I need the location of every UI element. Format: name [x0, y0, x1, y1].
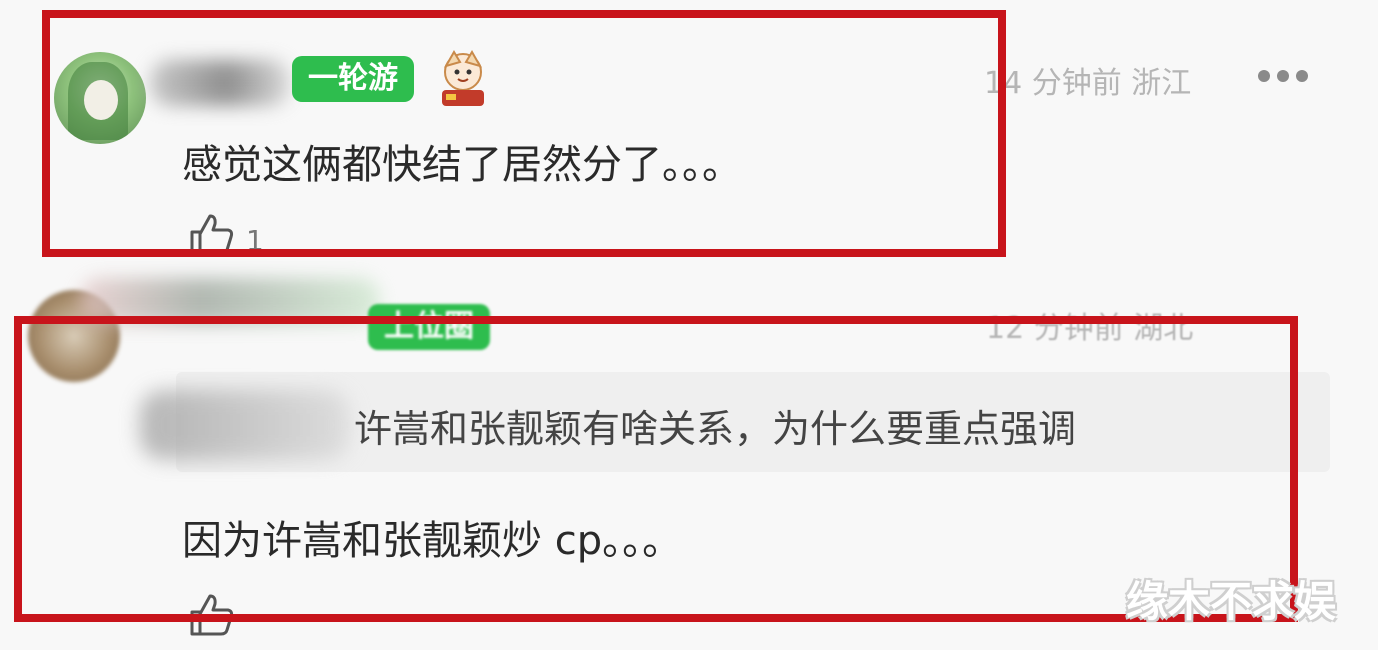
watermark: 缘木不求娱 — [1126, 577, 1337, 626]
highlight-frame — [14, 316, 1298, 622]
highlight-frame — [42, 10, 1006, 257]
